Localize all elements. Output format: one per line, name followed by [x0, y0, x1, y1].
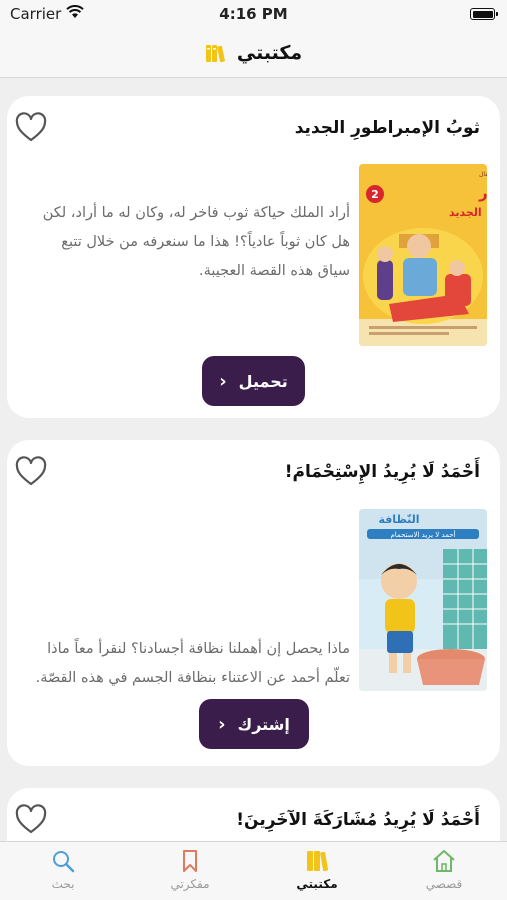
nav-bar: مكتبتي	[0, 28, 507, 78]
bookmark-icon	[183, 850, 197, 872]
tab-my-library[interactable]: مكتبتي	[277, 848, 357, 891]
tab-bar: قصصي مكتبتي مفكرتي بحث	[0, 841, 507, 900]
svg-text:الجديد: الجديد	[449, 206, 482, 219]
book-card[interactable]: أَحْمَدُ لَا يُرِيدُ الإِسْتِحْمَامَ! ال…	[7, 440, 500, 766]
book-card[interactable]: أَحْمَدُ لَا يُرِيدُ مُشَارَكَةَ الآخَرِ…	[7, 788, 500, 841]
book-description: ماذا يحصل إن أهملنا نظافة أجسادنا؟ لنقرأ…	[35, 641, 350, 686]
book-list[interactable]: ثوبُ الإمبراطورِ الجديد سلسلة الأطفال ثَ…	[0, 79, 507, 841]
book-title: ثوبُ الإمبراطورِ الجديد	[294, 118, 480, 138]
search-icon	[53, 851, 75, 873]
tab-label: بحث	[51, 877, 75, 891]
favorite-heart-icon[interactable]	[14, 804, 48, 836]
svg-text:2: 2	[371, 188, 379, 201]
svg-text:ثَوبُ الإمبَراطور: ثَوبُ الإمبَراطور	[478, 184, 487, 202]
chevron-icon: ‹	[218, 713, 226, 735]
battery-icon	[470, 8, 498, 20]
book-cover-image[interactable]: النّظافة أحمد لا يريد الاستحمام	[359, 509, 487, 691]
tab-label: قصصي	[425, 877, 463, 891]
tab-my-notes[interactable]: مفكرتي	[150, 848, 230, 891]
book-title: أَحْمَدُ لَا يُرِيدُ مُشَارَكَةَ الآخَرِ…	[236, 810, 480, 830]
chevron-icon: ‹	[219, 370, 227, 392]
book-cover-image[interactable]: سلسلة الأطفال ثَوبُ الإمبَراطور الجديد 2	[359, 164, 487, 346]
book-card[interactable]: ثوبُ الإمبراطورِ الجديد سلسلة الأطفال ثَ…	[7, 96, 500, 418]
svg-text:سلسلة الأطفال: سلسلة الأطفال	[479, 170, 487, 178]
status-bar: Carrier 4:16 PM	[0, 0, 507, 28]
download-button[interactable]: تحميل ‹	[202, 356, 305, 406]
tab-my-stories[interactable]: قصصي	[404, 848, 484, 891]
tab-search[interactable]: بحث	[23, 848, 103, 891]
download-button-label: تحميل	[238, 371, 288, 391]
tab-label: مفكرتي	[170, 877, 210, 891]
favorite-heart-icon[interactable]	[14, 456, 48, 488]
books-icon	[307, 851, 329, 872]
subscribe-button[interactable]: إشترك ‹	[199, 699, 309, 749]
home-icon	[433, 850, 455, 872]
book-title: أَحْمَدُ لَا يُرِيدُ الإِسْتِحْمَامَ!	[284, 462, 480, 482]
books-icon	[205, 44, 225, 62]
tab-label: مكتبتي	[296, 877, 338, 891]
svg-text:النّظافة: النّظافة	[378, 513, 419, 526]
svg-text:أحمد لا يريد الاستحمام: أحمد لا يريد الاستحمام	[390, 530, 455, 539]
subscribe-button-label: إشترك	[237, 714, 290, 734]
page-title: مكتبتي	[236, 41, 303, 64]
book-description: أراد الملك حياكة ثوب فاخر له، وكان له ما…	[42, 205, 350, 279]
favorite-heart-icon[interactable]	[14, 112, 48, 144]
clock: 4:16 PM	[219, 5, 288, 23]
